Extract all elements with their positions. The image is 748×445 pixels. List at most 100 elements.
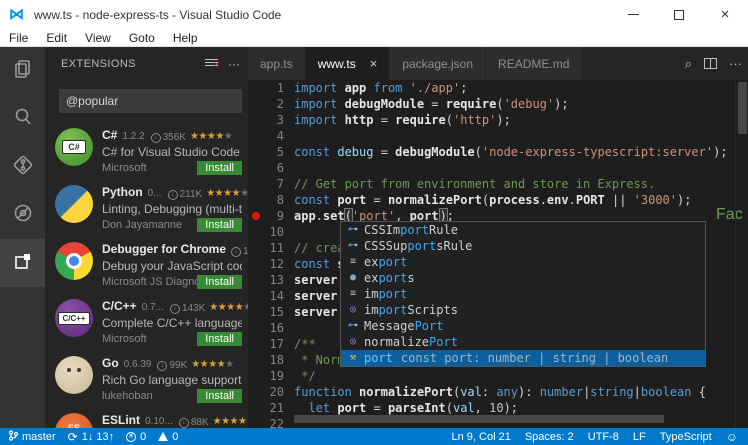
suggestion-importScripts[interactable]: ◎ importScripts [341, 302, 705, 318]
install-button[interactable]: Install [197, 389, 242, 403]
suggestion-port[interactable]: ⚒ port const port: number | string | boole… [341, 350, 705, 366]
activity-source-control[interactable] [0, 143, 45, 191]
gutter[interactable]: 12 [248, 256, 294, 272]
menu-file[interactable]: File [0, 29, 37, 47]
line-number: 10 [269, 225, 284, 239]
status-warnings[interactable]: 0 [158, 431, 178, 443]
gutter[interactable]: 13 [248, 272, 294, 288]
gutter[interactable]: 18 [248, 352, 294, 368]
sidebar-more-actions-icon[interactable]: ··· [228, 57, 240, 71]
gutter[interactable]: 11 [248, 240, 294, 256]
activity-debug[interactable] [0, 191, 45, 239]
status-eol[interactable]: LF [633, 431, 646, 443]
code-line[interactable]: 8 const port = normalizePort(process.env.… [248, 192, 748, 208]
suggestion-export[interactable]: ≡ export [341, 254, 705, 270]
tab-package-json[interactable]: package.json [390, 47, 487, 80]
gutter[interactable]: 19 [248, 368, 294, 384]
tab-www-ts[interactable]: www.ts × [305, 47, 391, 80]
status-git-sync[interactable]: ⟳ 1↓ 13↑ [68, 430, 114, 444]
code-line[interactable]: 20 function normalizePort(val: any): numb… [248, 384, 748, 400]
status-cursor-position[interactable]: Ln 9, Col 21 [452, 431, 511, 443]
star-icon: ★ [214, 188, 224, 199]
clear-search-icon[interactable]: ✕ [205, 57, 220, 71]
suggestion-exports[interactable]: ● exports [341, 270, 705, 286]
menu-view[interactable]: View [76, 29, 120, 47]
status-bar: master ⟳ 1↓ 13↑ ✕ 0 0 Ln 9, Col 21 Spaces: 2 UT… [0, 428, 748, 445]
status-encoding[interactable]: UTF-8 [588, 431, 619, 443]
code-line[interactable]: 7// Get port from environment and store … [248, 176, 748, 192]
gutter[interactable]: 21 [248, 400, 294, 416]
extension-item-eslint[interactable]: ESLintESLint0.10...↓88K★★★★★Integrates E… [45, 406, 248, 428]
suggestion-CSSImportRule[interactable]: ⊶ CSSImportRule [341, 222, 705, 238]
gutter[interactable]: 20 [248, 384, 294, 400]
extension-item-c-c-[interactable]: C/C++ C/C++ 0.7... ↓ 143K ★★★★★ Complete C/C++… [45, 292, 248, 349]
star-icon: ★ [206, 188, 215, 199]
ellipsis-icon[interactable]: ··· [729, 56, 742, 71]
gutter[interactable]: 7 [248, 176, 294, 192]
status-errors[interactable]: ✕ 0 [126, 431, 146, 443]
install-button[interactable]: Install [197, 218, 242, 232]
install-button[interactable]: Install [197, 332, 242, 346]
extensions-search [45, 81, 248, 121]
code-line[interactable]: 6 [248, 160, 748, 176]
code-line[interactable]: 4 [248, 128, 748, 144]
extension-item-c-[interactable]: C# C# 1.2.2 ↓ 356K ★★★★★ C# for Visual Studio … [45, 121, 248, 178]
line-number: 13 [269, 273, 284, 287]
extension-description: Rich Go language support f... [102, 373, 242, 387]
code-line[interactable]: 1 import app from './app'; [248, 80, 748, 96]
editor-horizontal-scrollbar[interactable] [294, 414, 734, 424]
gutter[interactable]: 8 [248, 192, 294, 208]
status-language-mode[interactable]: TypeScript [660, 431, 712, 443]
gutter[interactable]: 6 [248, 160, 294, 176]
gutter[interactable]: 17 [248, 336, 294, 352]
suggestion-import[interactable]: ≡ import [341, 286, 705, 302]
close-button[interactable]: × [702, 0, 748, 29]
menu-edit[interactable]: Edit [37, 29, 76, 47]
files-icon [12, 58, 34, 85]
gutter[interactable]: 15 [248, 304, 294, 320]
activity-extensions[interactable] [0, 239, 45, 287]
gutter[interactable]: 9 [248, 208, 294, 224]
extension-description: Debug your JavaScript code... [102, 259, 242, 273]
install-button[interactable]: Install [197, 275, 242, 289]
extensions-search-input[interactable] [59, 89, 242, 113]
tab-app-ts[interactable]: app.ts [248, 47, 306, 80]
menu-goto[interactable]: Goto [120, 29, 164, 47]
maximize-button[interactable] [656, 0, 702, 29]
extension-item-go[interactable]: Go 0.6.39 ↓ 99K ★★★★★ Rich Go language suppor… [45, 349, 248, 406]
code-line[interactable]: 2 import debugModule = require('debug'); [248, 96, 748, 112]
tab-README-md[interactable]: README.md [486, 47, 583, 80]
gutter[interactable]: 10 [248, 224, 294, 240]
suggestion-normalizePort[interactable]: ◎ normalizePort [341, 334, 705, 350]
suggestion-MessagePort[interactable]: ⊶ MessagePort [341, 318, 705, 334]
gutter[interactable]: 4 [248, 128, 294, 144]
gutter[interactable]: 16 [248, 320, 294, 336]
activity-search[interactable] [0, 95, 45, 143]
minimize-button[interactable] [610, 0, 656, 29]
status-feedback[interactable]: ☺ [726, 430, 738, 444]
preview-icon[interactable]: ⌕ [685, 56, 692, 72]
extension-version: 0.6.39 [123, 359, 152, 370]
extension-item-python[interactable]: Python 0... ↓ 211K ★★★★★ Linting, Debugging (… [45, 178, 248, 235]
extension-item-debugger-for-chrome[interactable]: Debugger for Chrome ↓148 Debug your JavaSc… [45, 235, 248, 292]
gutter[interactable]: 2 [248, 96, 294, 112]
code-line[interactable]: 5 const debug = debugModule('node-express… [248, 144, 748, 160]
gutter[interactable]: 14 [248, 288, 294, 304]
editor-vertical-scrollbar[interactable] [735, 80, 748, 428]
code-line[interactable]: 3 import http = require('http'); [248, 112, 748, 128]
status-indentation[interactable]: Spaces: 2 [525, 431, 574, 443]
activity-explorer[interactable] [0, 47, 45, 95]
status-label: UTF-8 [587, 430, 619, 443]
close-tab-icon[interactable]: × [370, 56, 378, 71]
code-line[interactable]: 19 */ [248, 368, 748, 384]
suggestion-CSSSupportsRule[interactable]: ⊶ CSSSupportsRule [341, 238, 705, 254]
gutter[interactable]: 5 [248, 144, 294, 160]
breakpoint-icon[interactable] [252, 212, 260, 220]
split-editor-icon[interactable] [704, 58, 717, 69]
gutter[interactable]: 22 [248, 416, 294, 428]
gutter[interactable]: 1 [248, 80, 294, 96]
menu-help[interactable]: Help [164, 29, 207, 47]
gutter[interactable]: 3 [248, 112, 294, 128]
status-git-branch[interactable]: master [8, 429, 56, 444]
install-button[interactable]: Install [197, 161, 242, 175]
